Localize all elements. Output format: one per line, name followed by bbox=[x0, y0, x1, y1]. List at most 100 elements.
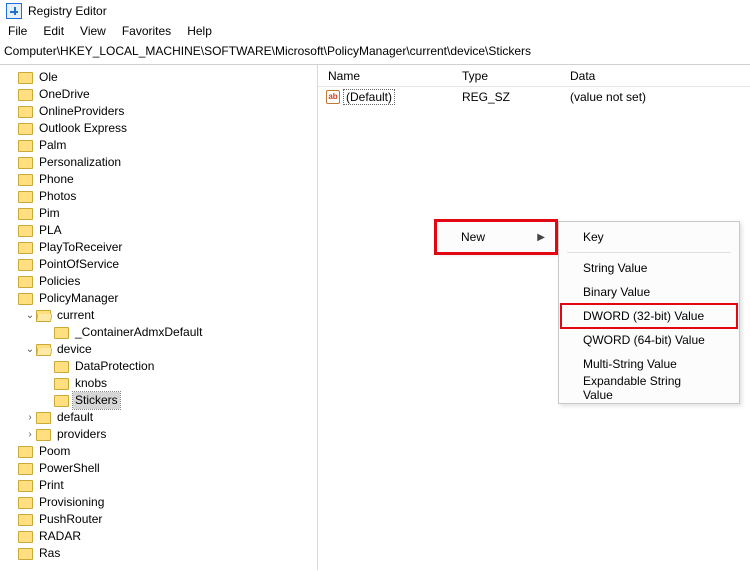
chevron-right-icon[interactable]: › bbox=[24, 426, 36, 443]
menu-item-label: Key bbox=[583, 230, 604, 244]
tree-item-radar[interactable]: RADAR bbox=[0, 528, 317, 545]
tree-item-onlineproviders[interactable]: OnlineProviders bbox=[0, 103, 317, 120]
tree-item-label: PointOfService bbox=[37, 256, 121, 273]
tree-item-label: device bbox=[55, 341, 94, 358]
menu-item-label: QWORD (64-bit) Value bbox=[583, 333, 705, 347]
tree-item-label: OnlineProviders bbox=[37, 103, 126, 120]
tree-item-pim[interactable]: Pim bbox=[0, 205, 317, 222]
tree-item-ras[interactable]: Ras bbox=[0, 545, 317, 562]
tree-item-label: Ras bbox=[37, 545, 62, 562]
folder-icon bbox=[18, 174, 33, 186]
folder-icon bbox=[18, 140, 33, 152]
tree-item-outlook-express[interactable]: Outlook Express bbox=[0, 120, 317, 137]
tree-item-policies[interactable]: Policies bbox=[0, 273, 317, 290]
list-row[interactable]: (Default) REG_SZ (value not set) bbox=[318, 87, 750, 107]
menu-item-expand[interactable]: Expandable String Value bbox=[561, 376, 737, 400]
tree-item-label: Provisioning bbox=[37, 494, 106, 511]
tree-item-pointofservice[interactable]: PointOfService bbox=[0, 256, 317, 273]
tree-item-label: current bbox=[55, 307, 96, 324]
tree-item-label: PowerShell bbox=[37, 460, 102, 477]
tree-item-label: OneDrive bbox=[37, 86, 92, 103]
tree-item-device[interactable]: ⌄ device bbox=[0, 341, 317, 358]
tree-item-label: DataProtection bbox=[73, 358, 156, 375]
folder-icon bbox=[54, 378, 69, 390]
value-name[interactable]: (Default) bbox=[344, 90, 394, 104]
folder-icon bbox=[18, 276, 33, 288]
tree-item--containeradmxdefault[interactable]: _ContainerAdmxDefault bbox=[0, 324, 317, 341]
tree-item-label: Phone bbox=[37, 171, 76, 188]
tree-item-label: Pim bbox=[37, 205, 62, 222]
folder-icon bbox=[18, 191, 33, 203]
menu-item-dword[interactable]: DWORD (32-bit) Value bbox=[561, 304, 737, 328]
chevron-right-icon[interactable]: › bbox=[24, 409, 36, 426]
menu-item-string[interactable]: String Value bbox=[561, 256, 737, 280]
tree-item-photos[interactable]: Photos bbox=[0, 188, 317, 205]
tree-item-current[interactable]: ⌄ current bbox=[0, 307, 317, 324]
menu-item-label: Binary Value bbox=[583, 285, 650, 299]
tree-item-phone[interactable]: Phone bbox=[0, 171, 317, 188]
menu-view[interactable]: View bbox=[80, 24, 106, 38]
menu-help[interactable]: Help bbox=[187, 24, 212, 38]
menu-separator bbox=[567, 252, 731, 253]
tree-item-pla[interactable]: PLA bbox=[0, 222, 317, 239]
tree-item-label: PushRouter bbox=[37, 511, 104, 528]
tree-item-stickers[interactable]: Stickers bbox=[0, 392, 317, 409]
folder-icon bbox=[18, 225, 33, 237]
folder-icon bbox=[36, 310, 51, 322]
tree-item-label: Print bbox=[37, 477, 66, 494]
tree-item-print[interactable]: Print bbox=[0, 477, 317, 494]
tree-pane[interactable]: OleOneDriveOnlineProvidersOutlook Expres… bbox=[0, 65, 318, 570]
tree-item-knobs[interactable]: knobs bbox=[0, 375, 317, 392]
folder-icon bbox=[36, 344, 51, 356]
folder-icon bbox=[18, 497, 33, 509]
folder-icon bbox=[18, 446, 33, 458]
menu-favorites[interactable]: Favorites bbox=[122, 24, 171, 38]
menu-item-qword[interactable]: QWORD (64-bit) Value bbox=[561, 328, 737, 352]
folder-icon bbox=[18, 548, 33, 560]
tree-item-label: PolicyManager bbox=[37, 290, 120, 307]
tree-item-label: default bbox=[55, 409, 95, 426]
tree-item-pushrouter[interactable]: PushRouter bbox=[0, 511, 317, 528]
address-bar[interactable]: Computer\HKEY_LOCAL_MACHINE\SOFTWARE\Mic… bbox=[0, 42, 750, 65]
folder-icon bbox=[18, 123, 33, 135]
menu-edit[interactable]: Edit bbox=[43, 24, 64, 38]
tree-item-label: PLA bbox=[37, 222, 64, 239]
tree-item-policymanager[interactable]: PolicyManager bbox=[0, 290, 317, 307]
col-header-name[interactable]: Name bbox=[318, 69, 452, 83]
tree-item-dataprotection[interactable]: DataProtection bbox=[0, 358, 317, 375]
tree-item-ole[interactable]: Ole bbox=[0, 69, 317, 86]
tree-item-palm[interactable]: Palm bbox=[0, 137, 317, 154]
col-header-type[interactable]: Type bbox=[452, 69, 560, 83]
folder-icon bbox=[18, 514, 33, 526]
chevron-down-icon[interactable]: ⌄ bbox=[24, 341, 36, 358]
folder-icon bbox=[18, 480, 33, 492]
folder-icon bbox=[18, 242, 33, 254]
menu-file[interactable]: File bbox=[8, 24, 27, 38]
folder-icon bbox=[18, 531, 33, 543]
col-header-data[interactable]: Data bbox=[560, 69, 750, 83]
tree-item-label: Stickers bbox=[73, 392, 120, 409]
tree-item-label: PlayToReceiver bbox=[37, 239, 124, 256]
regedit-icon bbox=[6, 3, 22, 19]
folder-icon bbox=[18, 157, 33, 169]
tree-item-onedrive[interactable]: OneDrive bbox=[0, 86, 317, 103]
window-title: Registry Editor bbox=[28, 4, 107, 18]
tree-item-powershell[interactable]: PowerShell bbox=[0, 460, 317, 477]
menu-item-key[interactable]: Key bbox=[561, 225, 737, 249]
tree-item-poom[interactable]: Poom bbox=[0, 443, 317, 460]
tree-item-playtoreceiver[interactable]: PlayToReceiver bbox=[0, 239, 317, 256]
menu-item-binary[interactable]: Binary Value bbox=[561, 280, 737, 304]
menu-item-new[interactable]: New ▶ bbox=[439, 225, 553, 249]
chevron-down-icon[interactable]: ⌄ bbox=[24, 307, 36, 324]
folder-icon bbox=[18, 259, 33, 271]
tree-item-label: Poom bbox=[37, 443, 72, 460]
tree-item-provisioning[interactable]: Provisioning bbox=[0, 494, 317, 511]
tree-item-providers[interactable]: › providers bbox=[0, 426, 317, 443]
folder-icon bbox=[36, 412, 51, 424]
menu-item-multi[interactable]: Multi-String Value bbox=[561, 352, 737, 376]
tree-item-label: Photos bbox=[37, 188, 78, 205]
tree-item-label: providers bbox=[55, 426, 108, 443]
tree-item-default[interactable]: › default bbox=[0, 409, 317, 426]
chevron-right-icon: ▶ bbox=[537, 232, 545, 243]
tree-item-personalization[interactable]: Personalization bbox=[0, 154, 317, 171]
